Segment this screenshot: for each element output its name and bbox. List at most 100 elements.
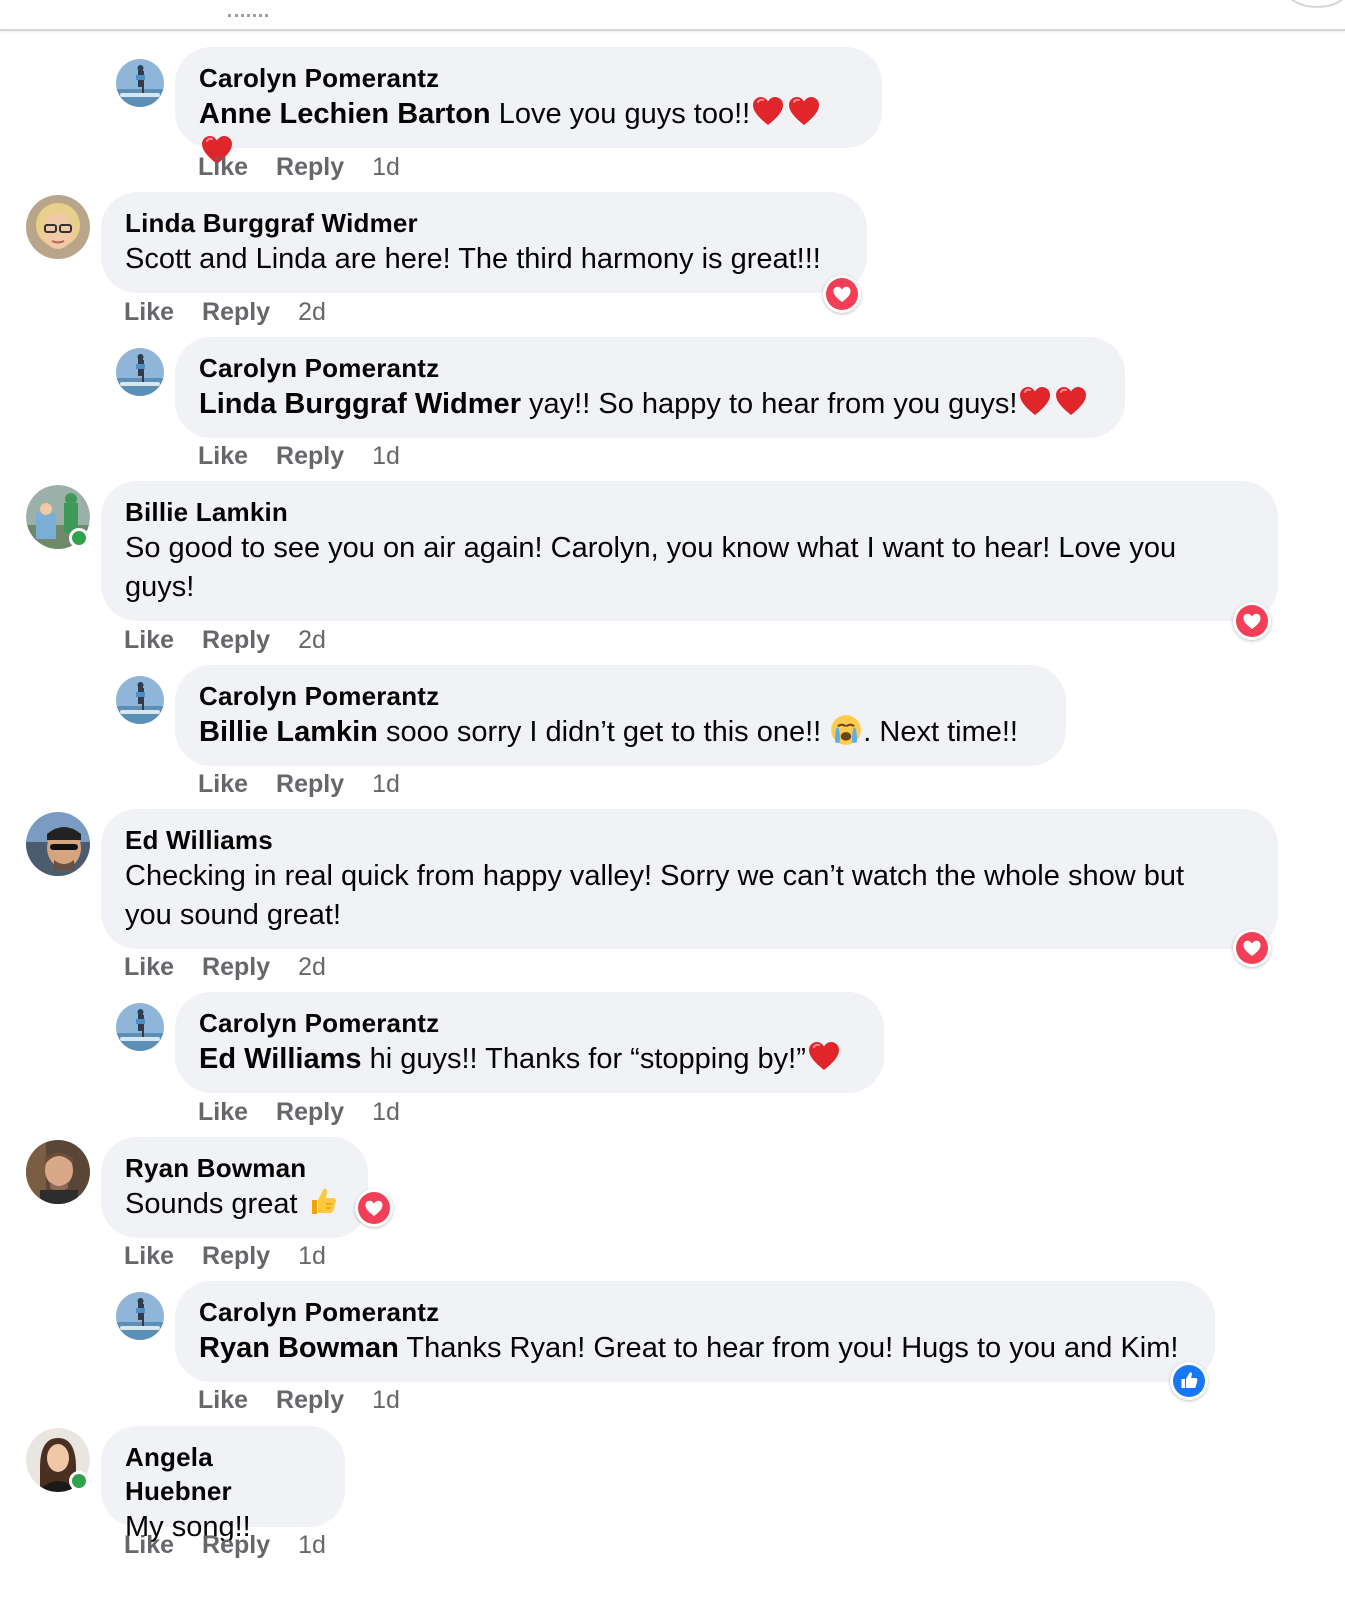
- reply-action[interactable]: Reply: [202, 953, 270, 981]
- reply-action[interactable]: Reply: [276, 153, 344, 181]
- avatar[interactable]: [26, 1140, 90, 1204]
- timestamp[interactable]: 2d: [298, 298, 326, 326]
- like-action[interactable]: Like: [198, 442, 248, 470]
- comment-actions: Like Reply 1d: [198, 1385, 428, 1415]
- avatar[interactable]: [116, 676, 164, 724]
- reply-action[interactable]: Reply: [276, 770, 344, 798]
- comment-bubble: Ed Williams Checking in real quick from …: [101, 809, 1278, 949]
- comment-bubble: Carolyn Pomerantz Ed Williams hi guys!! …: [175, 992, 884, 1093]
- comment-text: Ed Williams hi guys!! Thanks for “stoppi…: [199, 1040, 860, 1079]
- online-status-indicator: [69, 528, 89, 548]
- reply-action[interactable]: Reply: [276, 1098, 344, 1126]
- love-reaction[interactable]: [823, 275, 861, 313]
- truncated-action-row: [228, 14, 268, 27]
- reply-action[interactable]: Reply: [202, 1531, 270, 1559]
- like-action[interactable]: Like: [198, 1386, 248, 1414]
- mention-link[interactable]: Anne Lechien Barton: [199, 98, 491, 130]
- comment-actions: Like Reply 2d: [124, 625, 354, 655]
- like-action[interactable]: Like: [198, 1098, 248, 1126]
- heart-emoji: [807, 1041, 840, 1071]
- avatar[interactable]: [116, 348, 164, 396]
- comment-author[interactable]: Ed Williams: [125, 823, 1254, 857]
- comment-author[interactable]: Carolyn Pomerantz: [199, 351, 1101, 385]
- comment-text: Scott and Linda are here! The third harm…: [125, 243, 821, 275]
- comment-bubble: Linda Burggraf Widmer Scott and Linda ar…: [101, 192, 867, 293]
- love-reaction[interactable]: [355, 1189, 393, 1227]
- love-reaction-icon: [826, 278, 858, 310]
- avatar[interactable]: [26, 812, 90, 876]
- comment-author[interactable]: Carolyn Pomerantz: [199, 1295, 1191, 1329]
- like-action[interactable]: Like: [198, 770, 248, 798]
- love-reaction-icon: [1236, 605, 1268, 637]
- comment-bubble: Carolyn Pomerantz Linda Burggraf Widmer …: [175, 337, 1125, 438]
- top-bar: [0, 0, 1345, 31]
- comment-actions: Like Reply 1d: [198, 1097, 428, 1127]
- avatar[interactable]: [26, 1428, 90, 1492]
- online-status-indicator: [69, 1471, 89, 1491]
- love-reaction[interactable]: [1233, 929, 1271, 967]
- comment-bubble: Carolyn Pomerantz Ryan Bowman Thanks Rya…: [175, 1281, 1215, 1382]
- timestamp[interactable]: 2d: [298, 953, 326, 981]
- avatar[interactable]: [26, 195, 90, 259]
- mention-link[interactable]: Ed Williams: [199, 1043, 362, 1075]
- comment-author[interactable]: Carolyn Pomerantz: [199, 1006, 860, 1040]
- reply-action[interactable]: Reply: [276, 1386, 344, 1414]
- thumbs-up-emoji: [306, 1186, 338, 1218]
- mention-link[interactable]: Linda Burggraf Widmer: [199, 388, 521, 420]
- avatar[interactable]: [116, 59, 164, 107]
- crying-emoji: [829, 713, 863, 747]
- comment-author[interactable]: Carolyn Pomerantz: [199, 679, 1042, 713]
- timestamp[interactable]: 1d: [298, 1242, 326, 1270]
- heart-emoji: [788, 96, 821, 126]
- reply-action[interactable]: Reply: [202, 1242, 270, 1270]
- timestamp[interactable]: 1d: [372, 153, 400, 181]
- comment-actions: Like Reply 2d: [124, 952, 354, 982]
- comment-actions: Like Reply 1d: [198, 152, 428, 182]
- comment-text: Sounds great: [125, 1185, 344, 1224]
- timestamp[interactable]: 1d: [298, 1531, 326, 1559]
- like-reaction[interactable]: [1170, 1362, 1208, 1400]
- like-action[interactable]: Like: [124, 1531, 174, 1559]
- comment-bubble: Angela Huebner My song!!: [101, 1426, 345, 1543]
- comment-author[interactable]: Carolyn Pomerantz: [199, 61, 858, 95]
- timestamp[interactable]: 1d: [372, 1098, 400, 1126]
- comment-bubble: Carolyn Pomerantz Billie Lamkin sooo sor…: [175, 665, 1066, 766]
- comment-author[interactable]: Billie Lamkin: [125, 495, 1254, 529]
- avatar[interactable]: [116, 1292, 164, 1340]
- comment-author[interactable]: Linda Burggraf Widmer: [125, 206, 843, 240]
- scroll-button[interactable]: [1285, 0, 1345, 8]
- comment-author[interactable]: Ryan Bowman: [125, 1151, 344, 1185]
- heart-emoji: [1019, 386, 1052, 416]
- mention-link[interactable]: Billie Lamkin: [199, 716, 378, 748]
- comment-actions: Like Reply 1d: [198, 769, 428, 799]
- comment-actions: Like Reply 1d: [124, 1241, 354, 1271]
- comment-bubble: Billie Lamkin So good to see you on air …: [101, 481, 1278, 621]
- comment-text: Ryan Bowman Thanks Ryan! Great to hear f…: [199, 1332, 1179, 1364]
- comment-actions: Like Reply 1d: [124, 1530, 354, 1560]
- timestamp[interactable]: 1d: [372, 770, 400, 798]
- like-action[interactable]: Like: [198, 153, 248, 181]
- timestamp[interactable]: 1d: [372, 442, 400, 470]
- comment-bubble: Carolyn Pomerantz Anne Lechien Barton Lo…: [175, 47, 882, 165]
- mention-link[interactable]: Ryan Bowman: [199, 1332, 399, 1364]
- avatar[interactable]: [116, 1003, 164, 1051]
- comment-text: So good to see you on air again! Carolyn…: [125, 532, 1177, 603]
- love-reaction[interactable]: [1233, 602, 1271, 640]
- timestamp[interactable]: 2d: [298, 626, 326, 654]
- reply-action[interactable]: Reply: [276, 442, 344, 470]
- like-action[interactable]: Like: [124, 1242, 174, 1270]
- comment-text: Billie Lamkin sooo sorry I didn’t get to…: [199, 713, 1042, 752]
- heart-emoji: [752, 96, 785, 126]
- comment-text: Checking in real quick from happy valley…: [125, 860, 1185, 931]
- avatar[interactable]: [26, 485, 90, 549]
- like-reaction-icon: [1173, 1365, 1205, 1397]
- comment-actions: Like Reply 2d: [124, 297, 354, 327]
- like-action[interactable]: Like: [124, 953, 174, 981]
- reply-action[interactable]: Reply: [202, 298, 270, 326]
- like-action[interactable]: Like: [124, 298, 174, 326]
- comment-author[interactable]: Angela Huebner: [125, 1440, 321, 1508]
- reply-action[interactable]: Reply: [202, 626, 270, 654]
- like-action[interactable]: Like: [124, 626, 174, 654]
- heart-emoji: [1055, 386, 1088, 416]
- timestamp[interactable]: 1d: [372, 1386, 400, 1414]
